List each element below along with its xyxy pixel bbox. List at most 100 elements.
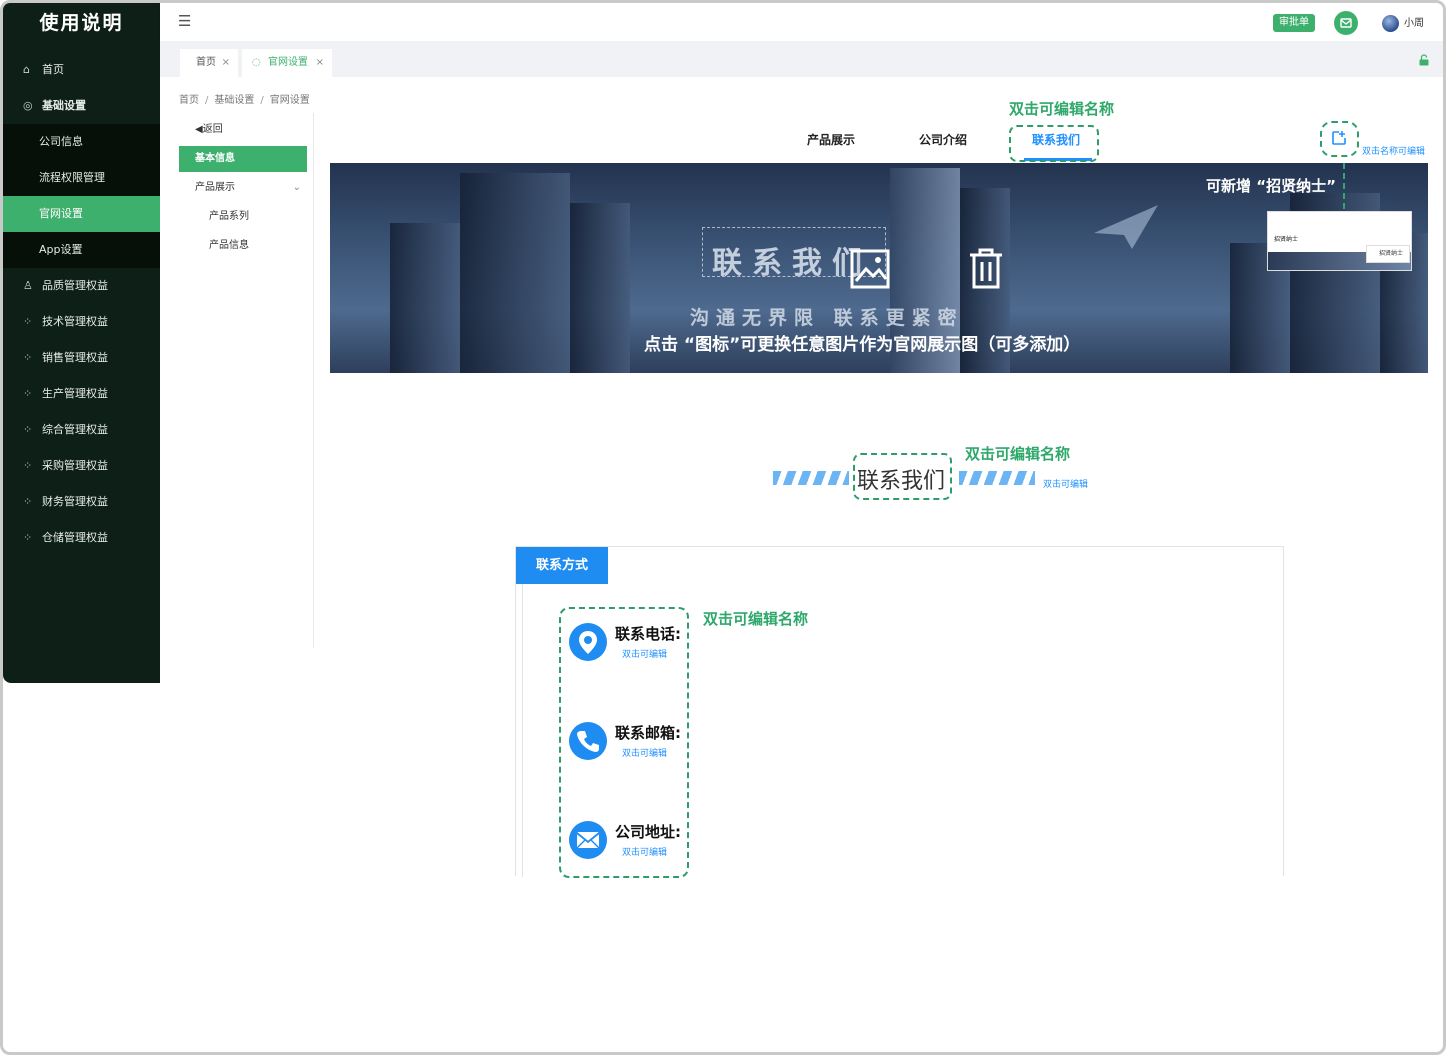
building-shape	[390, 223, 460, 373]
contact-row-phone[interactable]: 联系电话: 双击可编辑	[569, 619, 689, 669]
building-shape	[570, 203, 630, 373]
building-shape	[460, 173, 570, 373]
sidebar-item-app-settings[interactable]: App设置	[3, 232, 160, 268]
grid-icon: ⁘	[23, 459, 33, 472]
sidebar-item-basic-settings[interactable]: ◎ 基础设置	[3, 88, 160, 124]
editable-name-highlight	[1009, 125, 1099, 162]
sidebar-item-process-permission[interactable]: 流程权限管理	[3, 160, 160, 196]
sidebar-item-company-info[interactable]: 公司信息	[3, 124, 160, 160]
sidebar-item-sales[interactable]: ⁘ 销售管理权益	[3, 340, 160, 376]
sidebar-item-finance[interactable]: ⁘ 财务管理权益	[3, 484, 160, 520]
contact-edit-hint: 双击可编辑名称	[703, 610, 809, 628]
contact-label: 公司地址:	[615, 823, 681, 841]
sidebar-item-warehouse[interactable]: ⁘ 仓储管理权益	[3, 520, 160, 556]
menu-toggle-icon[interactable]: ☰	[178, 12, 196, 30]
envelope-icon	[569, 821, 607, 859]
sidebar-item-label: 公司信息	[39, 135, 83, 148]
title-decoration-right	[959, 471, 1035, 485]
close-icon[interactable]: ×	[222, 49, 230, 77]
sidebar-item-label: 流程权限管理	[39, 171, 105, 184]
edit-name-hint: 双击可编辑名称	[1009, 100, 1115, 118]
approval-button[interactable]: 审批单	[1273, 14, 1315, 32]
mail-button[interactable]	[1334, 11, 1358, 35]
sidebar-item-label: 基础设置	[42, 99, 86, 112]
grid-icon: ⁘	[23, 387, 33, 400]
back-link[interactable]: ◀返回	[179, 117, 307, 143]
banner-image: 联系我们 沟通无界限 联系更紧密 点击 “图标”可更换任意图片作为官网展示图（可…	[330, 163, 1428, 373]
sidebar-item-label: App设置	[39, 243, 83, 256]
user-name[interactable]: 小周	[1404, 15, 1424, 32]
delete-icon[interactable]	[964, 245, 1008, 291]
sidebar-item-label: 生产管理权益	[42, 387, 108, 400]
grid-icon: ⁘	[23, 495, 33, 508]
chevron-down-icon: ⌄	[292, 182, 301, 193]
close-icon[interactable]: ×	[316, 49, 324, 77]
subnav-label: 产品展示	[195, 182, 235, 193]
section-blue-hint: 双击可编辑	[1043, 480, 1089, 490]
subnav-product-series[interactable]: 产品系列	[179, 204, 307, 230]
sidebar-item-website-settings[interactable]: 官网设置	[3, 196, 160, 232]
sidebar-item-label: 采购管理权益	[42, 459, 108, 472]
contact-edit-hint: 双击可编辑	[622, 848, 668, 858]
contact-label: 联系邮箱:	[615, 724, 681, 742]
thumb-menu: 招贤纳士	[1366, 245, 1410, 263]
section-title[interactable]: 联系我们	[857, 463, 945, 495]
tab-label: 首页	[196, 57, 216, 68]
user-icon: ♙	[23, 279, 33, 292]
new-page-preview: 招贤纳士 招贤纳士	[1267, 211, 1412, 271]
sidebar-item-production[interactable]: ⁘ 生产管理权益	[3, 376, 160, 412]
sidebar: 使用说明 ⌂ 首页 ◎ 基础设置 公司信息 流程权限管理 官网设置 App设置 …	[3, 3, 160, 683]
phone-icon	[569, 722, 607, 760]
breadcrumb-item: 官网设置	[269, 95, 310, 106]
add-page-hint: 可新增 “招贤纳士”	[1206, 177, 1336, 195]
sidebar-item-label: 财务管理权益	[42, 495, 108, 508]
breadcrumb-item[interactable]: 首页	[179, 95, 199, 106]
thumb-label: 招贤纳士	[1274, 236, 1299, 243]
sidebar-item-label: 技术管理权益	[42, 315, 108, 328]
tab-label: 官网设置	[268, 57, 308, 68]
sidebar-item-label: 品质管理权益	[42, 279, 108, 292]
breadcrumb-item[interactable]: 基础设置	[214, 95, 254, 106]
add-page-icon[interactable]	[1330, 129, 1348, 147]
unlock-icon[interactable]	[1418, 54, 1430, 66]
tab-website-settings[interactable]: ◌ 官网设置 ×	[242, 49, 332, 77]
avatar[interactable]	[1382, 15, 1399, 32]
home-icon: ⌂	[23, 63, 30, 76]
contact-card: 联系方式 双击可编辑名称 联系电话: 双击可编辑 联系邮箱: 双击可编辑 公司地…	[515, 546, 1284, 878]
sidebar-item-label: 官网设置	[39, 207, 83, 220]
change-image-icon[interactable]	[848, 247, 892, 291]
location-pin-icon	[569, 623, 607, 661]
grid-icon: ⁘	[23, 423, 33, 436]
banner-slogan: 沟通无界限 联系更紧密	[690, 307, 964, 329]
paper-plane-icon	[1094, 205, 1158, 249]
nav-tab-product[interactable]: 产品展示	[807, 131, 855, 148]
contact-edit-hint: 双击可编辑	[622, 650, 668, 660]
settings-icon: ◎	[23, 99, 33, 112]
grid-icon: ⁘	[23, 315, 33, 328]
subnav-product-info[interactable]: 产品信息	[179, 233, 307, 259]
sidebar-item-label: 销售管理权益	[42, 351, 108, 364]
sidebar-item-purchase[interactable]: ⁘ 采购管理权益	[3, 448, 160, 484]
contact-row-address[interactable]: 公司地址: 双击可编辑	[569, 817, 689, 867]
top-header: ☰ 审批单 小周	[160, 3, 1443, 41]
hint-connector	[1343, 163, 1345, 209]
sidebar-item-tech[interactable]: ⁘ 技术管理权益	[3, 304, 160, 340]
subnav-product-display[interactable]: 产品展示 ⌄	[179, 175, 307, 201]
app-window: 使用说明 ⌂ 首页 ◎ 基础设置 公司信息 流程权限管理 官网设置 App设置 …	[0, 0, 1446, 1055]
sidebar-item-general[interactable]: ⁘ 综合管理权益	[3, 412, 160, 448]
tab-home[interactable]: 首页 ×	[180, 49, 238, 77]
edit-name-blue-hint: 双击名称可编辑	[1362, 147, 1426, 157]
nav-tab-company[interactable]: 公司介绍	[919, 131, 967, 148]
subnav-basic-info[interactable]: 基本信息	[179, 146, 307, 172]
refresh-icon: ◌	[252, 57, 261, 68]
contact-row-email[interactable]: 联系邮箱: 双击可编辑	[569, 718, 689, 768]
sidebar-item-home[interactable]: ⌂ 首页	[3, 52, 160, 88]
sidebar-item-label: 综合管理权益	[42, 423, 108, 436]
grid-icon: ⁘	[23, 351, 33, 364]
contact-edit-hint: 双击可编辑	[622, 749, 668, 759]
contact-tab[interactable]: 联系方式	[516, 547, 608, 584]
section-edit-hint: 双击可编辑名称	[965, 445, 1071, 463]
contact-label: 联系电话:	[615, 625, 681, 643]
mail-icon	[1340, 18, 1352, 28]
sidebar-item-quality[interactable]: ♙ 品质管理权益	[3, 268, 160, 304]
